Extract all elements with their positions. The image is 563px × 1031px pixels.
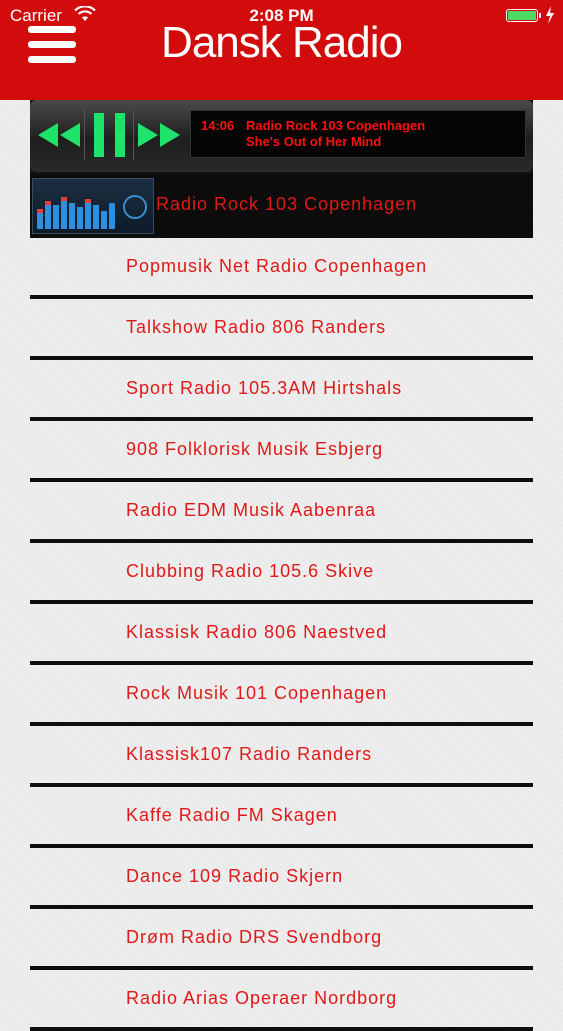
station-label: Radio Arias Operaer Nordborg <box>126 988 398 1008</box>
display-song: She's Out of Her Mind <box>246 134 382 149</box>
station-label: Rock Musik 101 Copenhagen <box>126 683 388 703</box>
station-item[interactable]: Rock Musik 101 Copenhagen <box>30 665 533 726</box>
station-label: Talkshow Radio 806 Randers <box>126 317 387 337</box>
station-item[interactable]: 908 Folklorisk Musik Esbjerg <box>30 421 533 482</box>
station-item[interactable]: Radio Arias Operaer Nordborg <box>30 970 533 1031</box>
station-label: Klassisk107 Radio Randers <box>126 744 373 764</box>
display-time: 14:06 <box>201 118 235 133</box>
station-label: Dance 109 Radio Skjern <box>126 866 344 886</box>
equalizer-thumbnail <box>32 178 154 234</box>
station-list: Popmusik Net Radio Copenhagen Talkshow R… <box>30 238 533 1031</box>
station-item[interactable]: Clubbing Radio 105.6 Skive <box>30 543 533 604</box>
player-controls: 14:06 Radio Rock 103 Copenhagen She's Ou… <box>30 100 533 172</box>
station-item[interactable]: Kaffe Radio FM Skagen <box>30 787 533 848</box>
station-item[interactable]: Drøm Radio DRS Svendborg <box>30 909 533 970</box>
station-label: Popmusik Net Radio Copenhagen <box>126 256 428 276</box>
station-label: Kaffe Radio FM Skagen <box>126 805 338 825</box>
now-playing-station: Radio Rock 103 Copenhagen <box>156 194 418 214</box>
station-item[interactable]: Sport Radio 105.3AM Hirtshals <box>30 360 533 421</box>
page-title: Dansk Radio <box>161 18 403 67</box>
display-station: Radio Rock 103 Copenhagen <box>246 118 426 133</box>
station-label: Sport Radio 105.3AM Hirtshals <box>126 378 403 398</box>
forward-button[interactable] <box>134 110 188 160</box>
station-label: Radio EDM Musik Aabenraa <box>126 500 377 520</box>
station-label: Klassisk Radio 806 Naestved <box>126 622 388 642</box>
station-label: Clubbing Radio 105.6 Skive <box>126 561 375 581</box>
pause-button[interactable] <box>84 110 134 160</box>
station-label: Drøm Radio DRS Svendborg <box>126 927 383 947</box>
equalizer-icon <box>37 197 115 229</box>
player-panel: 14:06 Radio Rock 103 Copenhagen She's Ou… <box>30 100 533 238</box>
station-item[interactable]: Radio EDM Musik Aabenraa <box>30 482 533 543</box>
station-item[interactable]: Klassisk Radio 806 Naestved <box>30 604 533 665</box>
now-playing-row[interactable]: Radio Rock 103 Copenhagen <box>30 174 533 238</box>
station-item[interactable]: Talkshow Radio 806 Randers <box>30 299 533 360</box>
rewind-button[interactable] <box>34 110 82 160</box>
station-item[interactable]: Klassisk107 Radio Randers <box>30 726 533 787</box>
app-header: Carrier 2:08 PM Dansk Radio <box>0 0 563 100</box>
station-label: 908 Folklorisk Musik Esbjerg <box>126 439 384 459</box>
station-item[interactable]: Dance 109 Radio Skjern <box>30 848 533 909</box>
knob-icon <box>123 195 147 219</box>
now-playing-display: 14:06 Radio Rock 103 Copenhagen She's Ou… <box>190 110 526 158</box>
station-item[interactable]: Popmusik Net Radio Copenhagen <box>30 238 533 299</box>
